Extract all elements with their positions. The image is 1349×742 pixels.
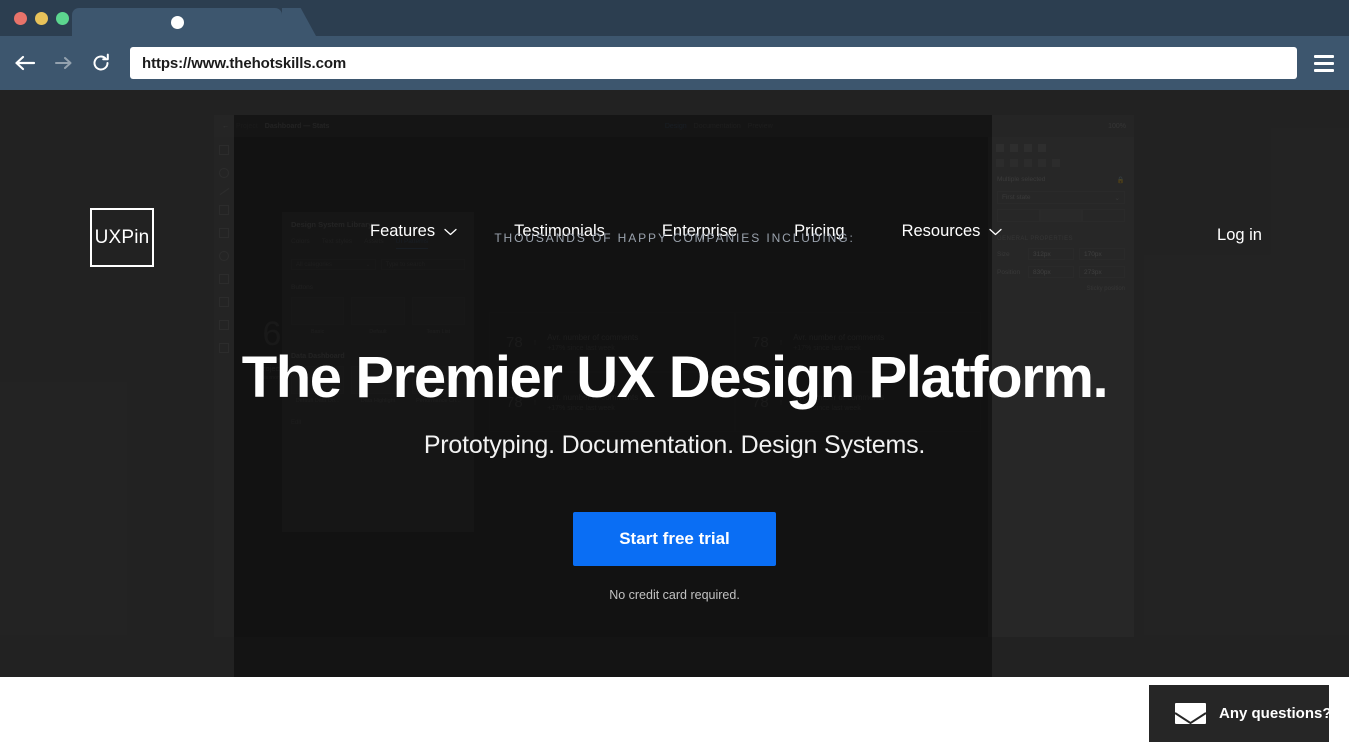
companies-section — [0, 677, 1349, 742]
page-title: The Premier UX Design Platform. — [241, 345, 1109, 410]
browser-toolbar: https://www.thehotskills.com — [0, 36, 1349, 90]
page-viewport: ← Project Dashboard — Stats Design Docum… — [0, 90, 1349, 742]
circle-favicon-icon — [170, 15, 184, 29]
menu-bar-2 — [1314, 61, 1334, 65]
companies-heading: THOUSANDS OF HAPPY COMPANIES INCLUDING: — [494, 231, 855, 245]
browser-tab[interactable] — [72, 8, 282, 36]
close-window-button[interactable] — [14, 11, 27, 25]
maximize-window-button[interactable] — [56, 11, 69, 25]
browser-titlebar — [0, 0, 1349, 36]
forward-arrow-icon[interactable] — [46, 46, 80, 80]
cta-note: No credit card required. — [609, 587, 740, 602]
chat-widget[interactable]: Any questions? — [1149, 685, 1332, 742]
url-input[interactable]: https://www.thehotskills.com — [130, 47, 1297, 79]
start-free-trial-button[interactable]: Start free trial — [573, 511, 776, 566]
hamburger-menu-icon[interactable] — [1311, 46, 1337, 80]
chat-widget-label: Any questions? — [1219, 705, 1332, 722]
browser-window: https://www.thehotskills.com ← Project D… — [0, 0, 1349, 742]
hero-content: The Premier UX Design Platform. Prototyp… — [0, 345, 1349, 602]
back-arrow-icon[interactable] — [8, 46, 42, 80]
menu-bar-3 — [1314, 68, 1334, 72]
hero-subtitle: Prototyping. Documentation. Design Syste… — [423, 430, 926, 459]
envelope-icon — [1175, 703, 1206, 724]
hero-section: ← Project Dashboard — Stats Design Docum… — [0, 90, 1349, 677]
menu-bar-1 — [1314, 54, 1334, 58]
reload-icon[interactable] — [84, 46, 118, 80]
minimize-window-button[interactable] — [35, 11, 48, 25]
window-controls — [0, 11, 69, 25]
